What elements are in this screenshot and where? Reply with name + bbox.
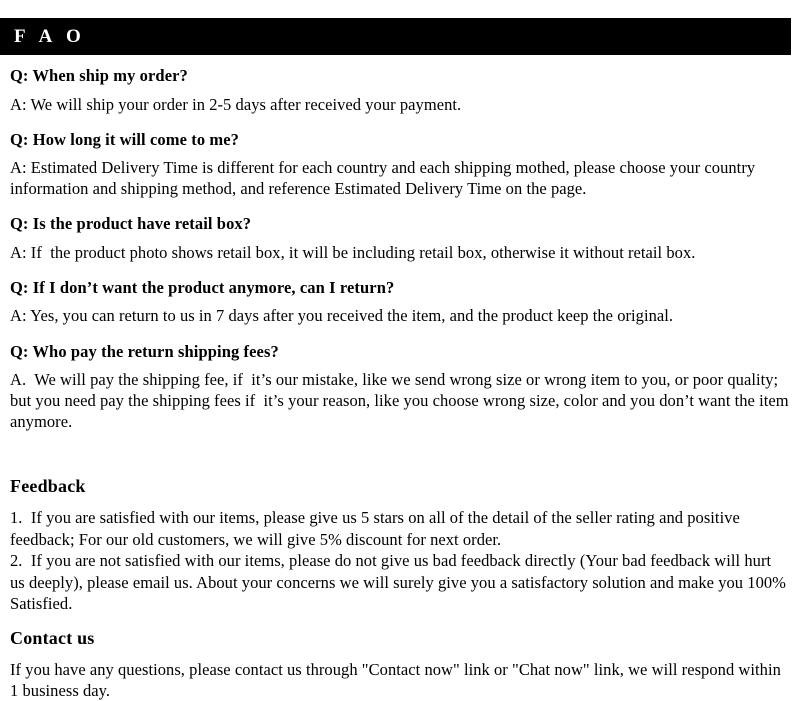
faq-question: Q: Is the product have retail box? xyxy=(10,214,252,234)
faq-answer: A: If the product photo shows retail box… xyxy=(10,242,696,262)
feedback-heading: Feedback xyxy=(10,476,86,497)
feedback-item: 2. If you are not satisfied with our ite… xyxy=(10,551,791,614)
faq-content: Q: When ship my order? A: We will ship y… xyxy=(10,66,793,701)
feedback-item: 1. If you are satisfied with our items, … xyxy=(10,508,745,549)
faq-item: Q: If I don’t want the product anymore, … xyxy=(10,277,789,327)
faq-item: Q: How long it will come to me? A: Estim… xyxy=(10,129,789,200)
faq-page: F A O Q: When ship my order? A: We will … xyxy=(0,0,800,700)
faq-answer: A: Yes, you can return to us in 7 days a… xyxy=(10,306,674,326)
contact-text: If you have any questions, please contac… xyxy=(10,659,786,700)
page-title: F A O xyxy=(14,26,86,47)
faq-answer: A: We will ship your order in 2-5 days a… xyxy=(10,94,462,114)
faq-question: Q: When ship my order? xyxy=(10,66,188,85)
faq-question: Q: If I don’t want the product anymore, … xyxy=(10,277,395,297)
feedback-section: Feedback 1. If you are satisfied with ou… xyxy=(10,477,789,614)
faq-answer: A. We will pay the shipping fee, if it’s… xyxy=(10,370,793,432)
contact-heading: Contact us xyxy=(10,627,95,648)
faq-item: Q: Is the product have retail box? A: If… xyxy=(10,216,789,263)
page-title-bar: F A O xyxy=(0,18,791,55)
faq-question: Q: How long it will come to me? xyxy=(10,129,240,149)
faq-item: Q: When ship my order? A: We will ship y… xyxy=(10,66,789,115)
faq-question: Q: Who pay the return shipping fees? xyxy=(10,341,279,361)
faq-answer: A: Estimated Delivery Time is different … xyxy=(10,158,760,199)
faq-item: Q: Who pay the return shipping fees? A. … xyxy=(10,341,793,433)
contact-section: Contact us If you have any questions, pl… xyxy=(10,629,789,701)
